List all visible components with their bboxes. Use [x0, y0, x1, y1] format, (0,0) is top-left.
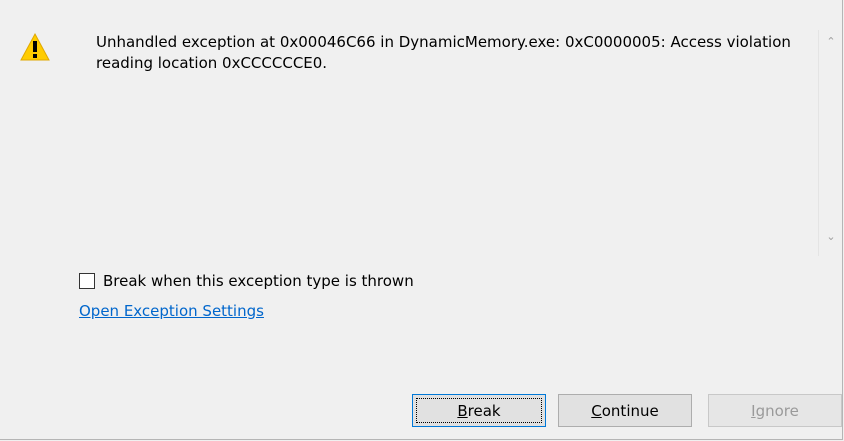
- exception-dialog: Unhandled exception at 0x00046C66 in Dyn…: [0, 0, 843, 440]
- ignore-button[interactable]: Ignore: [708, 394, 842, 427]
- break-on-exception-option[interactable]: Break when this exception type is thrown: [79, 272, 414, 290]
- break-on-exception-label[interactable]: Break when this exception type is thrown: [103, 272, 414, 290]
- continue-button[interactable]: Continue: [558, 394, 692, 427]
- warning-icon: [20, 32, 50, 61]
- exception-message: Unhandled exception at 0x00046C66 in Dyn…: [96, 33, 791, 72]
- scroll-down-icon[interactable]: ⌄: [822, 229, 840, 245]
- scroll-up-icon[interactable]: ⌃: [822, 34, 840, 50]
- break-on-exception-checkbox[interactable]: [79, 273, 95, 289]
- ignore-button-label: Ignore: [751, 401, 799, 420]
- break-button[interactable]: Break: [412, 394, 546, 427]
- continue-button-label: Continue: [591, 401, 659, 420]
- break-button-label: Break: [457, 401, 501, 420]
- open-exception-settings-link[interactable]: Open Exception Settings: [79, 302, 264, 320]
- message-scrollbar[interactable]: [818, 30, 819, 256]
